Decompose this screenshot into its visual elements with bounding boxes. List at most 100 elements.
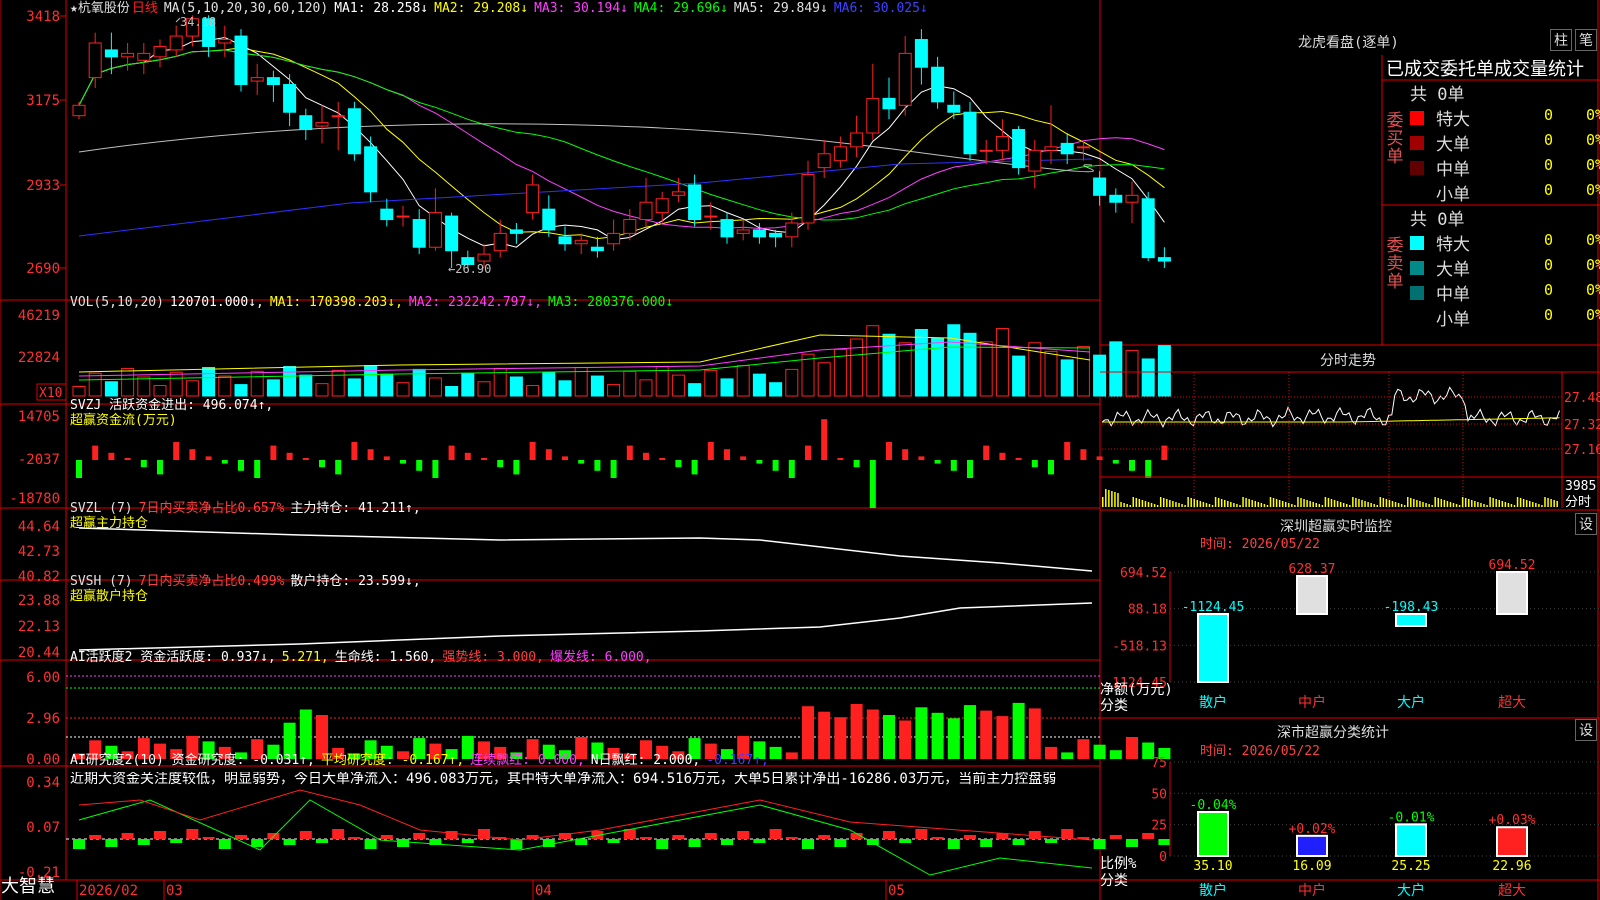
monitor-settings-button[interactable]: 设	[1575, 513, 1597, 535]
intraday-vol-bar	[1468, 499, 1470, 507]
intraday-vol-bar	[1102, 497, 1104, 507]
intraday-vol-bar	[1266, 505, 1269, 507]
intraday-vol-bar	[1425, 503, 1427, 507]
bar-value: 35.10	[1193, 859, 1232, 874]
swatch	[1410, 286, 1424, 300]
intraday-vol-bar	[1251, 500, 1253, 507]
research-bar	[1045, 839, 1057, 843]
candle	[752, 229, 766, 238]
intraday-vol-bar	[1483, 504, 1485, 507]
category-label: 中户	[1298, 694, 1326, 711]
research-bar	[980, 839, 993, 847]
volume-bar	[752, 373, 766, 397]
research-bar	[931, 837, 944, 839]
price-tick: 2690	[26, 261, 60, 277]
volume-bar	[1044, 350, 1058, 397]
research-bar	[915, 829, 928, 839]
vol-tick: 46219	[18, 308, 60, 324]
intraday-vol-bar	[1391, 501, 1394, 507]
intraday-vol-bar	[1236, 504, 1238, 507]
candle	[558, 236, 572, 245]
volume-bar	[509, 376, 523, 397]
flow-bar	[286, 452, 293, 460]
candle	[477, 253, 491, 262]
research-bar	[721, 839, 733, 845]
volume-bar	[331, 369, 345, 397]
research-bar	[607, 839, 620, 843]
intraday-vol-bar	[1342, 503, 1345, 507]
volume-bar	[72, 386, 86, 397]
svzl-ratio: 7日内买卖净占比0.657%	[138, 501, 285, 516]
intraday-vol-bar	[1486, 505, 1488, 507]
research-bar	[154, 831, 166, 839]
bar-change: -0.01%	[1388, 810, 1435, 825]
ma-label: MA(5,10,20,30,60,120)	[163, 1, 329, 16]
flow-bar	[1015, 458, 1022, 460]
intraday-vol-bar	[1288, 503, 1290, 507]
intraday-vol-bar	[1489, 497, 1491, 507]
intraday-vol-bar	[1422, 502, 1424, 507]
flow-bar	[902, 449, 909, 460]
volume-bar	[169, 371, 183, 397]
flow-bar	[1129, 460, 1135, 471]
research-bar	[1158, 839, 1171, 845]
volume-bar	[979, 341, 993, 397]
axis-tick: 88.18	[1128, 603, 1167, 618]
intraday-vol-bar	[1327, 498, 1330, 507]
volume-bar	[801, 353, 815, 397]
research-bar	[89, 835, 102, 839]
tick-mode-button[interactable]: 笔	[1575, 29, 1597, 51]
candle	[509, 229, 523, 234]
candle	[153, 45, 167, 58]
candle	[266, 77, 280, 86]
svzl-hold: 主力持仓: 41.211↑,	[290, 501, 421, 516]
candle	[412, 219, 426, 248]
swatch	[1410, 161, 1424, 175]
intraday-vol-bar	[1464, 498, 1467, 507]
bar-mode-button[interactable]: 柱	[1550, 29, 1572, 51]
research-bar	[947, 839, 960, 849]
category-label: 大户	[1397, 882, 1425, 899]
volume-bar	[299, 374, 313, 397]
category-label: 散户	[1199, 882, 1227, 899]
candle	[315, 122, 329, 127]
flow-bar	[270, 445, 277, 460]
research-bar	[316, 839, 328, 843]
intraday-vol-bar	[1227, 501, 1229, 507]
category-bar	[1496, 571, 1528, 616]
ylabel: 净额(万元)	[1100, 682, 1173, 698]
candle	[380, 208, 394, 221]
vol-unit: X10	[39, 386, 62, 401]
flow-bar	[691, 460, 698, 475]
stats-settings-button[interactable]: 设	[1575, 719, 1597, 741]
volume-bar	[931, 337, 945, 397]
intraday-vol-bar	[1278, 500, 1281, 507]
sell-orders-label: 委卖单	[1386, 236, 1404, 292]
svzj-header: SVZJ 活跃资金进出: 496.074↑,	[70, 398, 279, 413]
candle	[590, 246, 604, 252]
intraday-vol-bar	[1413, 499, 1415, 507]
research-bar	[332, 829, 345, 839]
svzl-tick: 42.73	[18, 544, 60, 560]
vol-ma2: MA2: 232242.797↓,	[408, 295, 542, 310]
flow-bar	[675, 460, 682, 468]
intraday-vol: 3985	[1565, 479, 1596, 494]
brand-logo[interactable]: 大智慧	[1, 877, 55, 897]
research-bar	[964, 835, 976, 839]
activity-bar	[883, 715, 895, 759]
candle	[72, 104, 86, 117]
research-bar	[1142, 833, 1155, 839]
category-label: 超大	[1498, 883, 1526, 899]
flow-bar	[578, 460, 585, 464]
intraday-vol-bar	[1400, 504, 1403, 507]
candle	[704, 215, 718, 218]
intraday-vol-bar	[1553, 500, 1555, 507]
svsh-tick: 23.88	[18, 593, 60, 609]
ai-burst: 爆发线: 6.000,	[549, 650, 652, 665]
research-bar	[186, 829, 199, 839]
flow-bar	[562, 456, 568, 460]
research-bar	[1093, 839, 1106, 849]
period-label[interactable]: 日线	[132, 1, 158, 16]
research-bar	[251, 839, 264, 847]
ma-value: MA1: 28.258↓	[334, 1, 429, 16]
